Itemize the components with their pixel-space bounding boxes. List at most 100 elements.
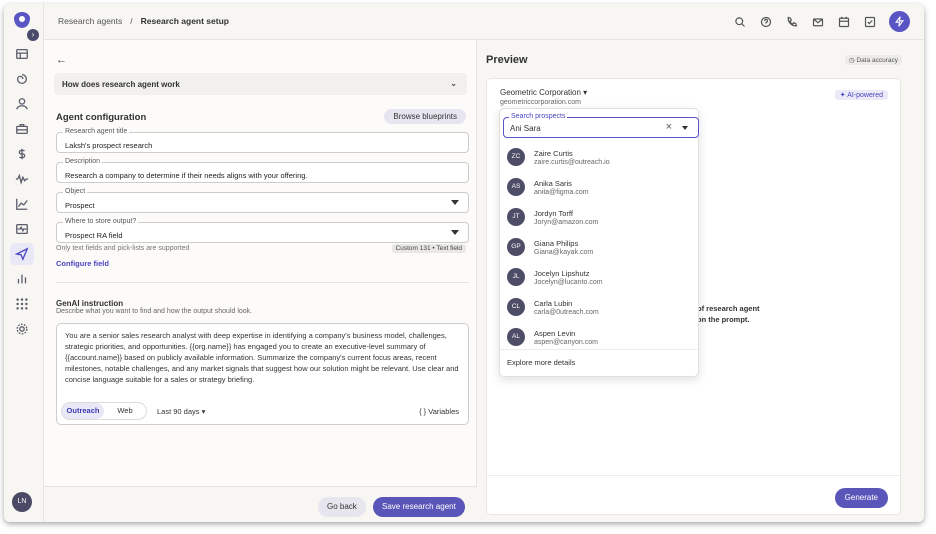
search-icon[interactable]	[732, 14, 748, 30]
avatar[interactable]: LN	[12, 492, 32, 512]
empty-state-text: of research agent on the prompt.	[697, 303, 760, 325]
phone-icon[interactable]	[784, 14, 800, 30]
list-item[interactable]: ZC Zaire Curtis zaire.curtis@outreach.io	[500, 143, 700, 173]
how-it-works-accordion[interactable]: How does research agent work ⌄	[54, 73, 467, 95]
date-range-dropdown[interactable]: Last 90 days ▾	[157, 407, 205, 416]
go-back-button[interactable]: Go back	[318, 497, 366, 517]
trend-icon[interactable]	[14, 196, 30, 212]
avatar: JL	[507, 268, 525, 286]
source-toggle: Outreach Web	[61, 402, 147, 420]
list-item[interactable]: CL Carla Lubin carla@0utreach.com	[500, 293, 700, 323]
instruction-editor[interactable]: You are a senior sales research analyst …	[56, 323, 469, 425]
date-range-label: Last 90 days	[157, 407, 200, 416]
field-value: Laksh's prospect research	[65, 141, 153, 150]
source-outreach-tab[interactable]: Outreach	[62, 403, 104, 419]
field-value: Prospect	[65, 201, 95, 210]
genai-subtitle: Describe what you want to find and how t…	[56, 308, 253, 315]
person-name: Aspen Levin	[534, 329, 576, 338]
clear-icon[interactable]: ×	[666, 121, 672, 133]
divider	[56, 282, 469, 283]
store-output-select[interactable]: Where to store output? Prospect RA field	[56, 218, 469, 243]
field-label: Object	[63, 188, 88, 195]
settings-icon[interactable]	[14, 321, 30, 337]
person-email: Joryn@amazon.com	[534, 219, 599, 226]
list-item[interactable]: AS Anika Saris anita@figma.com	[500, 173, 700, 203]
generate-button[interactable]: Generate	[834, 488, 888, 508]
avatar: GP	[507, 238, 525, 256]
description-field[interactable]: Description Research a company to determ…	[56, 158, 469, 183]
agent-config-panel: ← How does research agent work ⌄ Agent c…	[44, 40, 477, 522]
data-accuracy-label: Data accuracy	[856, 57, 898, 64]
avatar: AL	[507, 328, 525, 346]
dollar-icon[interactable]	[14, 146, 30, 162]
spiral-icon[interactable]	[14, 71, 30, 87]
topbar: Research agents / Research agent setup	[44, 4, 924, 40]
person-email: anita@figma.com	[534, 189, 589, 196]
help-icon[interactable]	[758, 14, 774, 30]
task-icon[interactable]	[862, 14, 878, 30]
configure-field-link[interactable]: Configure field	[56, 259, 109, 268]
briefcase-icon[interactable]	[14, 121, 30, 137]
sidebar-collapse-button[interactable]: ›	[27, 29, 39, 41]
caret-down-icon[interactable]	[682, 126, 688, 130]
empty-state-line: of research agent	[697, 304, 760, 313]
caret-down-icon	[451, 200, 459, 205]
caret-down-icon	[451, 230, 459, 235]
braces-icon: { }	[419, 407, 427, 416]
send-icon[interactable]	[10, 243, 34, 265]
breadcrumb: Research agents / Research agent setup	[58, 16, 229, 26]
person-name: Anika Saris	[534, 179, 572, 188]
bar-chart-icon[interactable]	[14, 271, 30, 287]
list-item[interactable]: GP Giana Philips Giana@kayak.com	[500, 233, 700, 263]
source-web-tab[interactable]: Web	[104, 403, 146, 419]
field-value: Research a company to determine if their…	[65, 171, 308, 180]
back-arrow-icon[interactable]: ←	[56, 54, 67, 66]
field-label: Research agent title	[63, 128, 130, 135]
company-select[interactable]: Geometric Corporation ▾	[500, 88, 587, 97]
person-name: Jordyn Torff	[534, 209, 573, 218]
app-window: › LN Research agents / Research agent se…	[4, 4, 924, 522]
field-label: Description	[63, 158, 103, 165]
grid-icon[interactable]	[14, 296, 30, 312]
person-email: Giana@kayak.com	[534, 249, 594, 256]
avatar: AS	[507, 178, 525, 196]
search-value: Ani Sara	[510, 124, 541, 133]
save-research-agent-button[interactable]: Save research agent	[373, 497, 465, 517]
avatar: ZC	[507, 148, 525, 166]
bolt-icon[interactable]	[889, 11, 910, 32]
person-name: Carla Lubin	[534, 299, 573, 308]
divider	[500, 349, 700, 350]
topbar-icons	[732, 14, 878, 30]
breadcrumb-separator: /	[130, 16, 133, 26]
data-accuracy-badge[interactable]: ◷ Data accuracy	[844, 55, 902, 65]
agent-title-field[interactable]: Research agent title Laksh's prospect re…	[56, 128, 469, 153]
person-name: Jocelyn Lipshutz	[534, 269, 590, 278]
variables-button[interactable]: { } Variables	[419, 407, 459, 416]
pulse-icon[interactable]	[14, 221, 30, 237]
search-prospects-input[interactable]: Search prospects Ani Sara ×	[503, 113, 699, 138]
browse-blueprints-button[interactable]: Browse blueprints	[384, 109, 466, 124]
list-item[interactable]: JL Jocelyn Lipshutz Jocelyn@lucanto.com	[500, 263, 700, 293]
avatar: CL	[507, 298, 525, 316]
caret-down-icon: ▾	[583, 88, 588, 97]
logo-icon[interactable]	[14, 12, 30, 28]
preview-title: Preview	[486, 54, 528, 66]
object-select[interactable]: Object Prospect	[56, 188, 469, 213]
breadcrumb-current: Research agent setup	[140, 16, 229, 26]
section-title: Agent configuration	[56, 112, 147, 123]
caret-down-icon: ▾	[201, 407, 206, 416]
list-item[interactable]: JT Jordyn Torff Joryn@amazon.com	[500, 203, 700, 233]
person-icon[interactable]	[14, 96, 30, 112]
field-label: Where to store output?	[63, 218, 139, 225]
breadcrumb-parent[interactable]: Research agents	[58, 16, 122, 26]
avatar: JT	[507, 208, 525, 226]
calendar-icon[interactable]	[836, 14, 852, 30]
instruction-text[interactable]: You are a senior sales research analyst …	[65, 330, 460, 385]
genai-title: GenAI instruction	[56, 299, 124, 308]
how-it-works-label: How does research agent work	[62, 80, 180, 89]
waveform-icon[interactable]	[14, 171, 30, 187]
table-icon[interactable]	[14, 46, 30, 62]
mail-icon[interactable]	[810, 14, 826, 30]
explore-more-link[interactable]: Explore more details	[507, 358, 575, 367]
person-email: zaire.curtis@outreach.io	[534, 159, 610, 166]
